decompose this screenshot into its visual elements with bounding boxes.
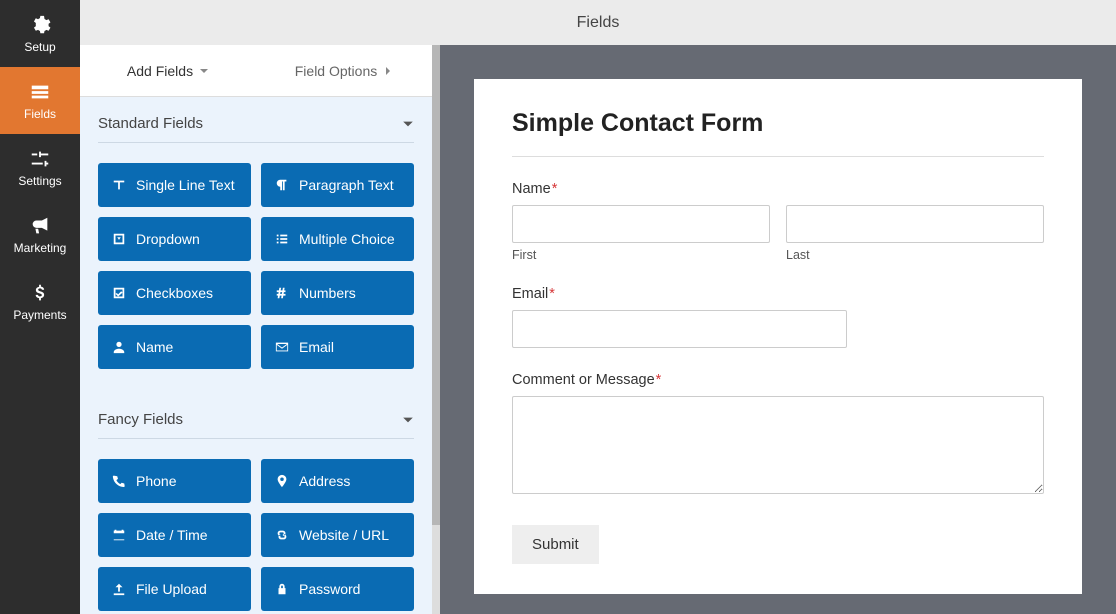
sliders-icon: [29, 148, 51, 170]
fields-icon: [29, 81, 51, 103]
calendar-icon: [112, 528, 126, 542]
nav-settings[interactable]: Settings: [0, 134, 80, 201]
dollar-icon: [29, 282, 51, 304]
link-icon: [275, 528, 289, 542]
text-icon: [112, 178, 126, 192]
email-input[interactable]: [512, 310, 847, 348]
phone-icon: [112, 474, 126, 488]
name-label: Name*: [512, 181, 1044, 197]
field-label: Phone: [136, 473, 176, 489]
message-label: Comment or Message*: [512, 372, 1044, 388]
section-fancy-title: Fancy Fields: [98, 411, 183, 428]
field-website-url[interactable]: Website / URL: [261, 513, 414, 557]
field-label: Single Line Text: [136, 177, 235, 193]
field-label: Email: [299, 339, 334, 355]
field-multiple-choice[interactable]: Multiple Choice: [261, 217, 414, 261]
field-numbers[interactable]: Numbers: [261, 271, 414, 315]
page-header: Fields: [80, 0, 1116, 45]
field-date-time[interactable]: Date / Time: [98, 513, 251, 557]
required-asterisk: *: [656, 372, 662, 388]
first-sublabel: First: [512, 248, 770, 262]
nav-marketing-label: Marketing: [14, 241, 67, 255]
tab-field-options-label: Field Options: [295, 63, 377, 79]
section-fancy-fields[interactable]: Fancy Fields: [98, 393, 414, 439]
last-name-input[interactable]: [786, 205, 1044, 243]
nav-fields-label: Fields: [24, 107, 56, 121]
hash-icon: [275, 286, 289, 300]
field-label: File Upload: [136, 581, 207, 597]
form-preview-area: Simple Contact Form Name* First Last Ema…: [440, 0, 1116, 614]
tab-field-options[interactable]: Field Options: [256, 45, 432, 96]
check-square-icon: [112, 286, 126, 300]
section-standard-title: Standard Fields: [98, 115, 203, 132]
first-name-input[interactable]: [512, 205, 770, 243]
field-password[interactable]: Password: [261, 567, 414, 611]
form-field-message[interactable]: Comment or Message*: [512, 372, 1044, 499]
chevron-right-icon: [383, 66, 393, 76]
field-label: Date / Time: [136, 527, 208, 543]
last-sublabel: Last: [786, 248, 1044, 262]
message-textarea[interactable]: [512, 396, 1044, 494]
field-label: Address: [299, 473, 350, 489]
field-label: Password: [299, 581, 360, 597]
panel-scrollbar[interactable]: [432, 45, 440, 614]
field-label: Multiple Choice: [299, 231, 395, 247]
paragraph-icon: [275, 178, 289, 192]
nav-fields[interactable]: Fields: [0, 67, 80, 134]
list-icon: [275, 232, 289, 246]
form-field-email[interactable]: Email*: [512, 286, 1044, 348]
submit-button[interactable]: Submit: [512, 525, 599, 564]
page-title: Fields: [577, 14, 620, 32]
field-phone[interactable]: Phone: [98, 459, 251, 503]
form-canvas[interactable]: Simple Contact Form Name* First Last Ema…: [474, 79, 1082, 594]
field-address[interactable]: Address: [261, 459, 414, 503]
field-label: Numbers: [299, 285, 356, 301]
field-label: Paragraph Text: [299, 177, 394, 193]
field-file-upload[interactable]: File Upload: [98, 567, 251, 611]
nav-setup-label: Setup: [24, 40, 55, 54]
chevron-down-icon: [402, 118, 414, 130]
chevron-down-icon: [402, 414, 414, 426]
field-paragraph-text[interactable]: Paragraph Text: [261, 163, 414, 207]
map-pin-icon: [275, 474, 289, 488]
tab-add-fields-label: Add Fields: [127, 63, 193, 79]
nav-marketing[interactable]: Marketing: [0, 201, 80, 268]
gear-icon: [29, 14, 51, 36]
nav-payments[interactable]: Payments: [0, 268, 80, 335]
field-name[interactable]: Name: [98, 325, 251, 369]
required-asterisk: *: [549, 286, 555, 302]
chevron-down-icon: [199, 66, 209, 76]
nav-setup[interactable]: Setup: [0, 0, 80, 67]
envelope-icon: [275, 340, 289, 354]
email-label: Email*: [512, 286, 1044, 302]
field-dropdown[interactable]: Dropdown: [98, 217, 251, 261]
form-field-name[interactable]: Name* First Last: [512, 181, 1044, 262]
user-icon: [112, 340, 126, 354]
field-label: Name: [136, 339, 173, 355]
tab-add-fields[interactable]: Add Fields: [80, 45, 256, 96]
field-label: Checkboxes: [136, 285, 213, 301]
field-label: Dropdown: [136, 231, 200, 247]
nav-settings-label: Settings: [18, 174, 61, 188]
bullhorn-icon: [29, 215, 51, 237]
sidebar-nav: Setup Fields Settings Marketing Payments: [0, 0, 80, 614]
upload-icon: [112, 582, 126, 596]
section-standard-fields[interactable]: Standard Fields: [98, 97, 414, 143]
required-asterisk: *: [552, 181, 558, 197]
field-email[interactable]: Email: [261, 325, 414, 369]
field-single-line-text[interactable]: Single Line Text: [98, 163, 251, 207]
nav-payments-label: Payments: [13, 308, 66, 322]
field-checkboxes[interactable]: Checkboxes: [98, 271, 251, 315]
form-title: Simple Contact Form: [512, 109, 1044, 157]
field-label: Website / URL: [299, 527, 389, 543]
scrollbar-thumb[interactable]: [432, 45, 440, 525]
dropdown-icon: [112, 232, 126, 246]
lock-icon: [275, 582, 289, 596]
